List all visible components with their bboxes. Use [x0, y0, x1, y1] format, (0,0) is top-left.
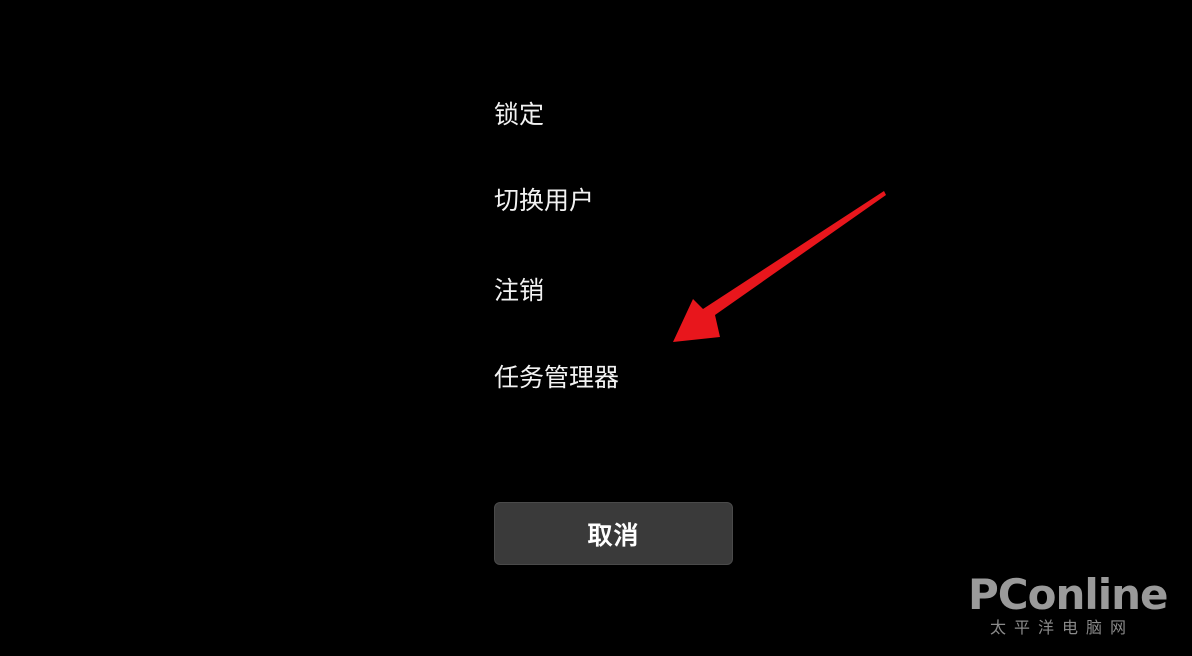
menu-item-lock[interactable]: 锁定 — [494, 100, 544, 130]
pconline-watermark: PConline 太平洋电脑网 — [968, 572, 1178, 642]
watermark-subtitle: 太平洋电脑网 — [990, 618, 1135, 637]
security-options-screen: 锁定 切换用户 注销 任务管理器 取消 PConline 太平洋电脑网 — [0, 0, 1192, 656]
menu-item-task-manager[interactable]: 任务管理器 — [494, 363, 619, 393]
red-arrow-shape — [673, 191, 886, 342]
watermark-logo: PConline — [968, 570, 1169, 619]
cancel-button-label: 取消 — [587, 520, 640, 550]
cancel-button[interactable]: 取消 — [494, 502, 733, 565]
menu-item-sign-out[interactable]: 注销 — [494, 276, 544, 306]
menu-item-switch-user[interactable]: 切换用户 — [494, 186, 594, 216]
